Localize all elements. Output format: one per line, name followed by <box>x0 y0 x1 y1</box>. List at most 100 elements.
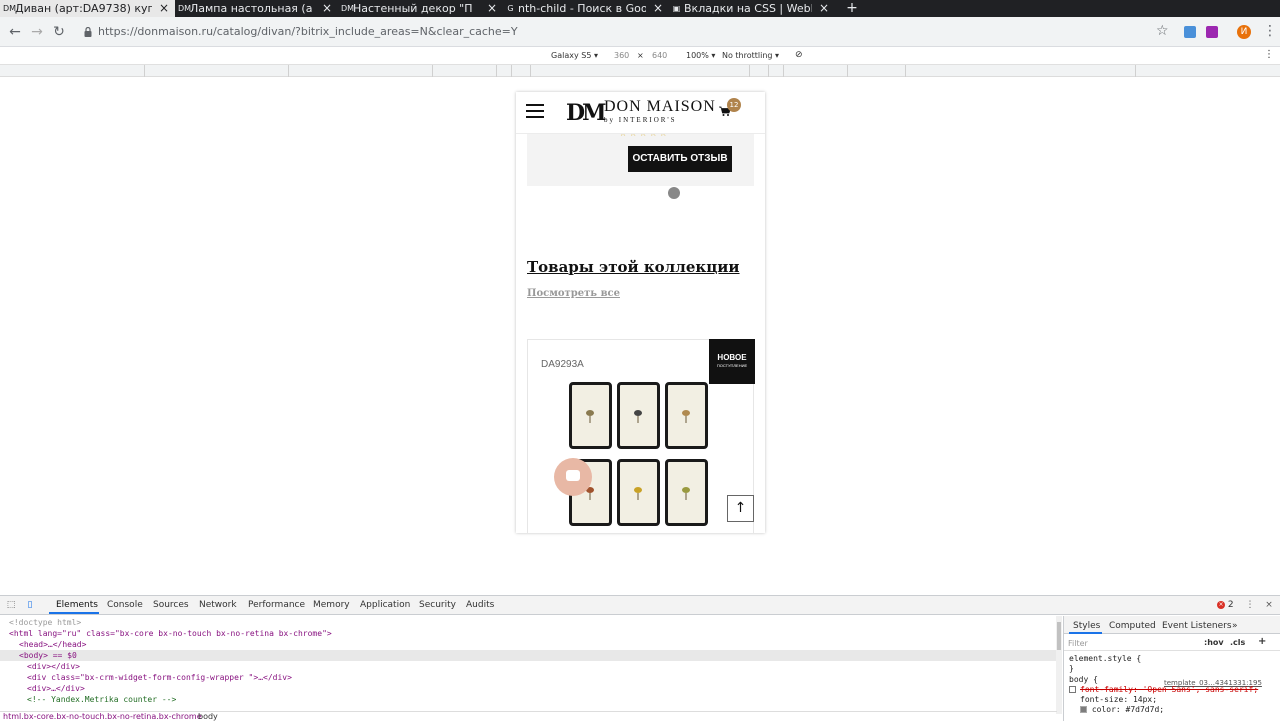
bookmark-star-icon[interactable]: ☆ <box>1156 23 1169 39</box>
code-head[interactable]: <head>…</head> <box>0 639 1057 650</box>
hov-toggle[interactable]: :hov <box>1204 638 1224 647</box>
tab-styles[interactable]: Styles <box>1073 621 1100 631</box>
browser-tab-decor[interactable]: DM Настенный декор "Перо × <box>338 0 503 17</box>
code-body[interactable]: <body> == $0 <box>0 650 1057 661</box>
tab-audits[interactable]: Audits <box>466 600 494 610</box>
code-doctype[interactable]: <!doctype html> <box>0 617 1057 628</box>
review-section: ☆☆☆☆☆ ОСТАВИТЬ ОТЗЫВ <box>527 129 754 186</box>
bird-frame <box>665 382 708 449</box>
property-checkbox[interactable] <box>1069 686 1076 693</box>
back-icon[interactable]: ← <box>7 24 23 40</box>
add-rule-icon[interactable]: + <box>1258 636 1266 647</box>
see-all-link[interactable]: Посмотреть все <box>527 288 620 299</box>
logo-mark[interactable]: DM <box>566 100 606 126</box>
bird-icon <box>682 487 690 500</box>
address-bar[interactable]: https://donmaison.ru/catalog/divan/?bitr… <box>98 25 518 38</box>
slider-dot[interactable] <box>668 187 680 199</box>
browser-tab-divan[interactable]: DM Диван (арт:DA9738) куп × <box>0 0 175 17</box>
element-style-rule[interactable]: element.style { <box>1069 654 1141 664</box>
error-count: 2 <box>1227 600 1234 610</box>
leave-review-button[interactable]: ОСТАВИТЬ ОТЗЫВ <box>628 146 732 172</box>
reload-icon[interactable]: ↻ <box>51 24 67 40</box>
width-input[interactable]: 360 <box>614 51 629 60</box>
close-icon[interactable]: × <box>159 1 169 16</box>
code-div[interactable]: <div></div> <box>0 661 1057 672</box>
code-html[interactable]: <html lang="ru" class="bx-core bx-no-tou… <box>0 628 1057 639</box>
rotate-icon[interactable]: ⊘ <box>795 50 803 60</box>
more-options-icon[interactable]: ⋮ <box>1264 49 1274 60</box>
chat-widget-button[interactable] <box>554 458 592 496</box>
height-input[interactable]: 640 <box>652 51 667 60</box>
logo-subtitle: by INTERIOR'S <box>604 116 677 124</box>
tab-title: Лампа настольная (арт: <box>190 2 312 15</box>
browser-menu-icon[interactable]: ⋮ <box>1263 23 1277 39</box>
close-icon[interactable]: × <box>1264 600 1274 610</box>
new-tab-button[interactable]: + <box>845 0 859 17</box>
color-declaration-text: color: #7d7d7d; <box>1091 705 1165 714</box>
tab-performance[interactable]: Performance <box>248 600 305 610</box>
throttling-value: No throttling <box>722 51 773 60</box>
new-arrival-badge: НОВОЕ ПОСТУПЛЕНИЕ <box>709 339 755 384</box>
device-toolbar: Galaxy S5 ▾ 360 × 640 100% ▾ No throttli… <box>0 47 1280 64</box>
error-counter[interactable]: × 2 <box>1217 600 1234 610</box>
hamburger-menu-icon[interactable] <box>526 104 544 119</box>
tab-security[interactable]: Security <box>419 600 456 610</box>
active-tab-indicator <box>49 612 99 614</box>
tab-more[interactable]: » <box>1232 621 1238 631</box>
bird-frame <box>569 382 612 449</box>
logo-name[interactable]: DON MAISON <box>604 98 716 116</box>
tab-network[interactable]: Network <box>199 600 237 610</box>
browser-tab-webref[interactable]: ▣ Вкладки на CSS | WebRef × <box>669 0 835 17</box>
tab-elements[interactable]: Elements <box>56 600 98 610</box>
styles-filter-input[interactable] <box>1068 638 1198 649</box>
color-swatch[interactable] <box>1080 706 1087 713</box>
close-icon[interactable]: × <box>653 1 663 16</box>
site-header: DM DON MAISON by INTERIOR'S 12 <box>516 92 765 134</box>
zoom-select[interactable]: 100% ▾ <box>686 51 715 60</box>
device-select[interactable]: Galaxy S5 ▾ <box>551 51 598 60</box>
tab-application[interactable]: Application <box>360 600 410 610</box>
product-sku: DA9293A <box>541 359 584 370</box>
browser-tab-lampa[interactable]: DM Лампа настольная (арт: × <box>175 0 338 17</box>
collection-title[interactable]: Товары этой коллекции <box>527 258 740 276</box>
tab-memory[interactable]: Memory <box>313 600 350 610</box>
font-family-declaration[interactable]: font-family: 'Open Sans', sans-serif; <box>1080 685 1258 695</box>
code-div-crm[interactable]: <div class="bx-crm-widget-form-config-wr… <box>0 672 1057 683</box>
tab-console[interactable]: Console <box>107 600 143 610</box>
close-icon[interactable]: × <box>819 1 829 16</box>
throttling-select[interactable]: No throttling ▾ <box>722 51 779 60</box>
badge-line-1: НОВОЕ <box>717 353 747 362</box>
scroll-to-top-button[interactable]: ↑ <box>727 495 754 522</box>
tab-sources[interactable]: Sources <box>153 600 189 610</box>
tab-strip: DM Диван (арт:DA9738) куп × DM Лампа нас… <box>0 0 1280 17</box>
inspect-icon[interactable]: ⬚ <box>6 600 16 610</box>
devtools-menu-icon[interactable]: ⋮ <box>1245 600 1255 610</box>
font-size-declaration[interactable]: font-size: 14px; <box>1080 695 1157 705</box>
code-div[interactable]: <div>…</div> <box>0 683 1057 694</box>
tab-event-listeners[interactable]: Event Listeners <box>1162 621 1232 631</box>
mobile-page: ☆☆☆☆☆ ОСТАВИТЬ ОТЗЫВ Товары этой коллекц… <box>516 92 765 533</box>
dom-scrollbar[interactable] <box>1056 616 1062 714</box>
body-rule-selector[interactable]: body { <box>1069 675 1098 685</box>
browser-toolbar: ← → ↻ https://donmaison.ru/catalog/divan… <box>0 17 1280 47</box>
browser-tab-google[interactable]: G nth-child - Поиск в Googl × <box>503 0 669 17</box>
tab-computed[interactable]: Computed <box>1109 621 1156 631</box>
error-icon: × <box>1217 601 1225 609</box>
product-image[interactable] <box>569 382 711 527</box>
site-favicon-icon: DM <box>341 4 355 13</box>
color-declaration[interactable]: color: #7d7d7d; <box>1080 705 1164 715</box>
extension-icon[interactable] <box>1206 26 1218 38</box>
device-mode-icon[interactable]: ▯ <box>25 600 35 610</box>
bird-frame <box>665 459 708 526</box>
code-comment[interactable]: <!-- Yandex.Metrika counter --> <box>0 694 1057 705</box>
media-query-ruler[interactable] <box>0 64 1280 77</box>
cls-toggle[interactable]: .cls <box>1230 638 1245 647</box>
extension-icon[interactable] <box>1184 26 1196 38</box>
styles-pane: Styles Computed Event Listeners » :hov .… <box>1063 616 1280 721</box>
product-card[interactable]: DA9293A НОВОЕ ПОСТУПЛЕНИЕ <box>527 339 755 533</box>
tab-title: Диван (арт:DA9738) куп <box>15 2 152 15</box>
close-icon[interactable]: × <box>487 1 497 16</box>
close-icon[interactable]: × <box>322 1 332 16</box>
profile-avatar[interactable]: И <box>1237 25 1251 39</box>
forward-icon[interactable]: → <box>29 24 45 40</box>
